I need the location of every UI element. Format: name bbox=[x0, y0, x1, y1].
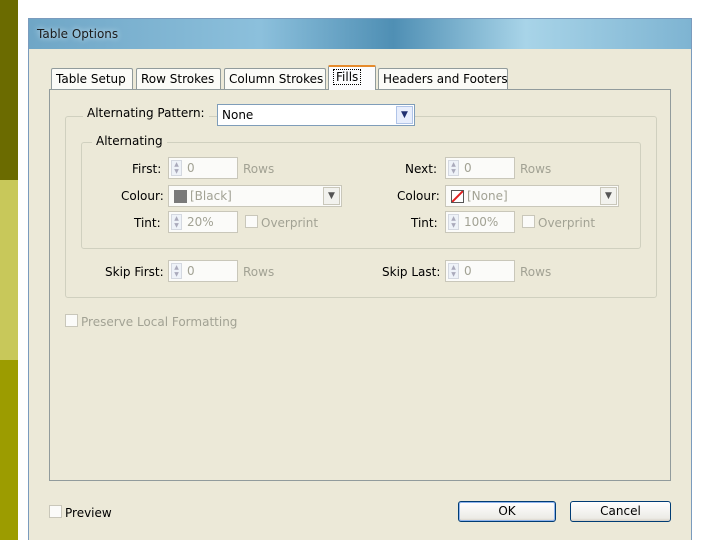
tint-right-stepper[interactable]: ▲ ▼ 100% bbox=[445, 211, 515, 233]
chevron-down-icon[interactable]: ▼ bbox=[600, 187, 617, 205]
title-bar[interactable]: Table Options bbox=[29, 19, 691, 49]
skip-first-label: Skip First: bbox=[105, 265, 164, 279]
tab-column-strokes[interactable]: Column Strokes bbox=[224, 68, 326, 89]
spinner-arrows-icon[interactable]: ▲ ▼ bbox=[171, 214, 182, 230]
skip-first-unit: Rows bbox=[243, 265, 275, 279]
skip-last-unit: Rows bbox=[520, 265, 552, 279]
skip-last-label: Skip Last: bbox=[382, 265, 441, 279]
colour-right-label: Colour: bbox=[397, 189, 440, 203]
overprint-right-label: Overprint bbox=[538, 216, 596, 230]
tab-table-setup[interactable]: Table Setup bbox=[51, 68, 133, 89]
chevron-down-icon[interactable]: ▼ bbox=[396, 106, 413, 124]
overprint-left-checkbox[interactable] bbox=[245, 215, 258, 228]
preserve-local-formatting-label: Preserve Local Formatting bbox=[81, 315, 238, 329]
slide-side-stripe bbox=[0, 360, 18, 540]
colour-left-label: Colour: bbox=[121, 189, 164, 203]
table-options-dialog: Table Options Table Setup Row Strokes Co… bbox=[28, 18, 692, 540]
tab-row-strokes[interactable]: Row Strokes bbox=[136, 68, 221, 89]
colour-right-dropdown[interactable]: [None] ▼ bbox=[445, 185, 619, 207]
spinner-arrows-icon[interactable]: ▲ ▼ bbox=[448, 214, 459, 230]
alternating-pattern-dropdown[interactable]: None ▼ bbox=[217, 104, 415, 126]
none-swatch-icon bbox=[451, 190, 464, 203]
overprint-left-label: Overprint bbox=[261, 216, 319, 230]
overprint-right-checkbox[interactable] bbox=[522, 215, 535, 228]
tab-fills[interactable]: Fills bbox=[328, 65, 376, 90]
next-unit: Rows bbox=[520, 162, 552, 176]
fills-panel: Alternating Pattern: None ▼ Alternating … bbox=[49, 89, 671, 481]
first-label: First: bbox=[132, 162, 162, 176]
preview-label: Preview bbox=[65, 506, 112, 520]
first-unit: Rows bbox=[243, 162, 275, 176]
tint-left-stepper[interactable]: ▲ ▼ 20% bbox=[168, 211, 238, 233]
window-title: Table Options bbox=[37, 27, 119, 41]
spinner-arrows-icon[interactable]: ▲ ▼ bbox=[448, 263, 459, 279]
next-label: Next: bbox=[405, 162, 437, 176]
preserve-local-formatting-checkbox[interactable] bbox=[65, 314, 78, 327]
colour-left-dropdown[interactable]: [Black] ▼ bbox=[168, 185, 342, 207]
ok-button[interactable]: OK bbox=[458, 501, 556, 522]
slide-side-stripe bbox=[0, 180, 18, 360]
slide-side-stripe bbox=[0, 0, 18, 180]
preview-checkbox[interactable] bbox=[49, 505, 62, 518]
first-stepper[interactable]: ▲ ▼ 0 bbox=[168, 157, 238, 179]
alternating-pattern-label: Alternating Pattern: bbox=[83, 106, 209, 120]
next-stepper[interactable]: ▲ ▼ 0 bbox=[445, 157, 515, 179]
spinner-arrows-icon[interactable]: ▲ ▼ bbox=[171, 160, 182, 176]
skip-last-stepper[interactable]: ▲ ▼ 0 bbox=[445, 260, 515, 282]
black-swatch-icon bbox=[174, 190, 187, 203]
cancel-button[interactable]: Cancel bbox=[570, 501, 671, 522]
tint-left-label: Tint: bbox=[134, 216, 161, 230]
skip-first-stepper[interactable]: ▲ ▼ 0 bbox=[168, 260, 238, 282]
tab-headers-and-footers[interactable]: Headers and Footers bbox=[378, 68, 508, 89]
tint-right-label: Tint: bbox=[411, 216, 438, 230]
chevron-down-icon[interactable]: ▼ bbox=[323, 187, 340, 205]
alternating-group-legend: Alternating bbox=[92, 134, 167, 148]
spinner-arrows-icon[interactable]: ▲ ▼ bbox=[171, 263, 182, 279]
spinner-arrows-icon[interactable]: ▲ ▼ bbox=[448, 160, 459, 176]
